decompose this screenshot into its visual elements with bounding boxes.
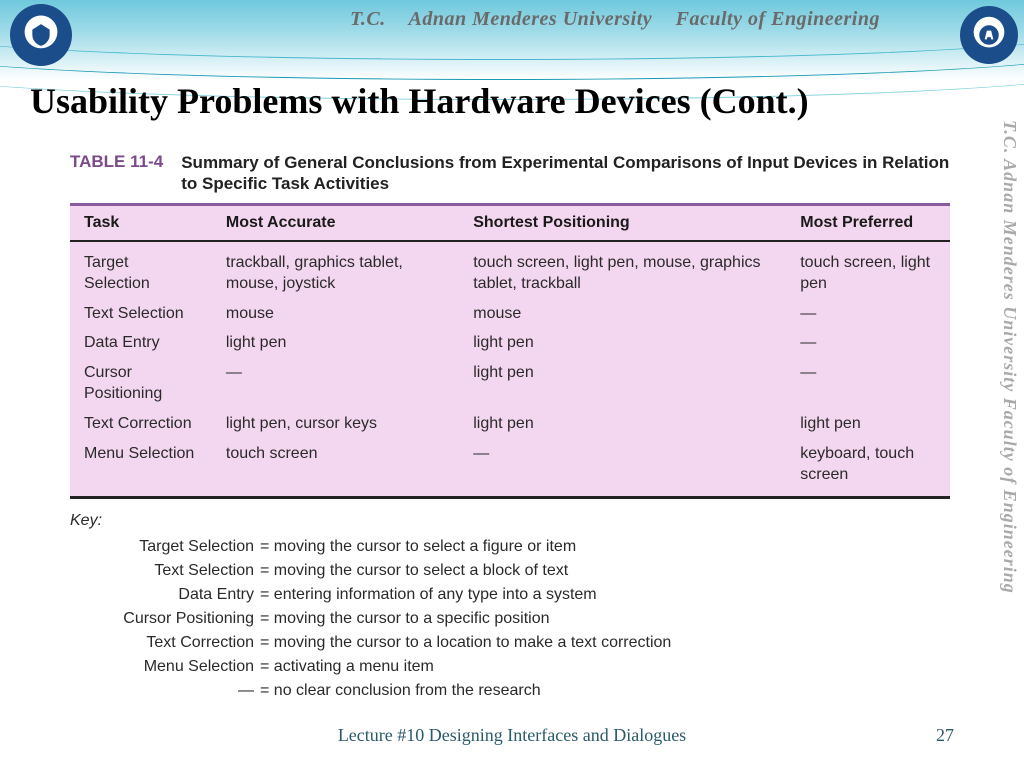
footer-text: Lecture #10 Designing Interfaces and Dia… <box>0 725 1024 746</box>
key-term: Text Selection <box>70 559 260 583</box>
banner-tc: T.C. <box>350 8 386 30</box>
key-row: Text Selectionmoving the cursor to selec… <box>70 559 950 583</box>
table-cell: light pen <box>212 328 459 358</box>
key-row: —no clear conclusion from the research <box>70 679 950 703</box>
key-row: Cursor Positioningmoving the cursor to a… <box>70 607 950 631</box>
table-row: Text Correctionlight pen, cursor keyslig… <box>70 409 950 439</box>
table-cell: — <box>786 299 950 329</box>
key-row: Text Correctionmoving the cursor to a lo… <box>70 631 950 655</box>
table-cell: touch screen, light pen, mouse, graphics… <box>459 241 786 299</box>
table-cell: Target Selection <box>70 241 212 299</box>
banner-text: T.C. Adnan Menderes University Faculty o… <box>350 8 898 31</box>
key-def: moving the cursor to a specific position <box>260 607 549 631</box>
slide-content: Usability Problems with Hardware Devices… <box>30 80 994 703</box>
table-number: TABLE 11-4 <box>70 152 163 172</box>
table-cell: light pen <box>786 409 950 439</box>
table-cell: trackball, graphics tablet, mouse, joyst… <box>212 241 459 299</box>
col-shortest: Shortest Positioning <box>459 204 786 241</box>
banner-university: Adnan Menderes University <box>409 8 653 30</box>
col-task: Task <box>70 204 212 241</box>
table-cell: mouse <box>212 299 459 329</box>
table-row: Target Selectiontrackball, graphics tabl… <box>70 241 950 299</box>
slide-title: Usability Problems with Hardware Devices… <box>30 80 994 122</box>
key-def: activating a menu item <box>260 655 434 679</box>
header-banner: T.C. Adnan Menderes University Faculty o… <box>0 0 1024 80</box>
table-cell: — <box>459 439 786 498</box>
table-cell: Cursor Positioning <box>70 358 212 409</box>
table-cell: keyboard, touch screen <box>786 439 950 498</box>
table-row: Menu Selectiontouch screen—keyboard, tou… <box>70 439 950 498</box>
table-caption: Summary of General Conclusions from Expe… <box>181 152 950 195</box>
table-row: Data Entrylight penlight pen— <box>70 328 950 358</box>
table-row: Cursor Positioning—light pen— <box>70 358 950 409</box>
table-cell: Text Selection <box>70 299 212 329</box>
banner-faculty: Faculty of Engineering <box>676 8 880 30</box>
key-block: Key: Target Selectionmoving the cursor t… <box>70 509 950 703</box>
table-cell: touch screen, light pen <box>786 241 950 299</box>
table-cell: light pen <box>459 328 786 358</box>
table-cell: — <box>786 358 950 409</box>
key-term: Data Entry <box>70 583 260 607</box>
table-wrap: TABLE 11-4 Summary of General Conclusion… <box>70 152 950 703</box>
table-cell: — <box>212 358 459 409</box>
table-row: Text Selectionmousemouse— <box>70 299 950 329</box>
table-cell: light pen <box>459 409 786 439</box>
col-accurate: Most Accurate <box>212 204 459 241</box>
key-def: moving the cursor to select a block of t… <box>260 559 568 583</box>
table-cell: light pen <box>459 358 786 409</box>
key-def: moving the cursor to select a figure or … <box>260 535 576 559</box>
key-term: Menu Selection <box>70 655 260 679</box>
table-cell: — <box>786 328 950 358</box>
key-def: entering information of any type into a … <box>260 583 597 607</box>
side-banner-text: T.C. Adnan Menderes University Faculty o… <box>996 120 1020 670</box>
table-cell: Text Correction <box>70 409 212 439</box>
university-logo-icon <box>10 4 72 66</box>
table-cell: Menu Selection <box>70 439 212 498</box>
table-cell: light pen, cursor keys <box>212 409 459 439</box>
table-cell: Data Entry <box>70 328 212 358</box>
faculty-logo-icon <box>960 6 1018 64</box>
key-term: Cursor Positioning <box>70 607 260 631</box>
key-term: Target Selection <box>70 535 260 559</box>
page-number: 27 <box>936 725 954 746</box>
key-row: Target Selectionmoving the cursor to sel… <box>70 535 950 559</box>
table-cell: touch screen <box>212 439 459 498</box>
key-row: Data Entryentering information of any ty… <box>70 583 950 607</box>
table-cell: mouse <box>459 299 786 329</box>
key-row: Menu Selectionactivating a menu item <box>70 655 950 679</box>
key-title: Key: <box>70 509 950 533</box>
key-def: no clear conclusion from the research <box>260 679 541 703</box>
key-term: Text Correction <box>70 631 260 655</box>
key-def: moving the cursor to a location to make … <box>260 631 671 655</box>
col-preferred: Most Preferred <box>786 204 950 241</box>
table-header-row: Task Most Accurate Shortest Positioning … <box>70 204 950 241</box>
key-term: — <box>70 679 260 703</box>
input-devices-table: Task Most Accurate Shortest Positioning … <box>70 203 950 499</box>
